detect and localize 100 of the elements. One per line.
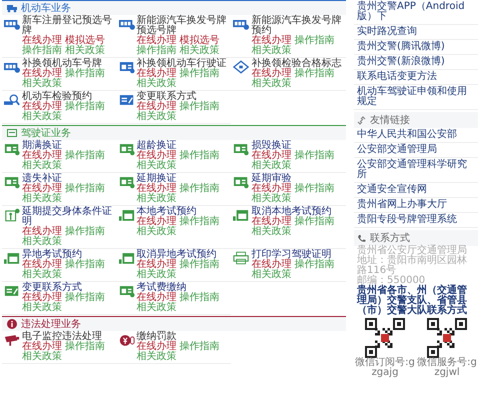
service-link[interactable]: 相关政策	[136, 79, 177, 89]
service-link[interactable]: 操作指南	[65, 102, 105, 112]
service-link[interactable]: 在线办理	[22, 227, 62, 237]
service-link[interactable]: 相关政策	[22, 161, 62, 171]
service-link[interactable]: 相关政策	[136, 303, 177, 313]
service-link[interactable]: 在线办理	[251, 217, 292, 227]
sidebar-link[interactable]: 联系电话变更方法	[354, 70, 478, 85]
service-link[interactable]: 在线办理	[251, 184, 292, 194]
service-title[interactable]: 延期换证	[136, 174, 230, 184]
service-link[interactable]: 在线办理	[136, 184, 177, 194]
service-link[interactable]: 相关政策	[22, 237, 62, 247]
sidebar-link[interactable]: 贵州交警APP（Android版）下	[354, 0, 478, 25]
service-link[interactable]: 相关政策	[251, 46, 292, 56]
service-link[interactable]: 操作指南	[180, 184, 220, 194]
service-link[interactable]: 在线办理	[22, 102, 62, 112]
service-title[interactable]: 考试费缴纳	[136, 283, 230, 293]
service-link[interactable]: 操作指南	[65, 184, 105, 194]
service-link[interactable]: 在线办理	[136, 69, 177, 79]
service-link[interactable]: 相关政策	[22, 303, 62, 313]
sidebar-link[interactable]: 公安部交通管理科学研究所	[354, 158, 478, 183]
service-title[interactable]: 变更联系方式	[22, 283, 115, 293]
service-link[interactable]: 模拟选号	[180, 36, 220, 46]
sidebar-link[interactable]: 贵阳专段号牌管理系统	[354, 213, 478, 228]
service-link[interactable]: 相关政策	[251, 161, 292, 171]
service-title[interactable]: 机动车检验预约	[22, 92, 115, 102]
service-title[interactable]: 遗失补证	[22, 174, 115, 184]
service-link[interactable]: 在线办理	[22, 260, 62, 270]
service-link[interactable]: 在线办理	[251, 151, 292, 161]
sidebar-link[interactable]: 贵州交警(新浪微博)	[354, 55, 478, 70]
service-link[interactable]: 相关政策	[22, 352, 62, 362]
sidebar-link[interactable]: 交通安全宣传网	[354, 183, 478, 198]
service-title[interactable]: 补换领检验合格标志	[251, 59, 344, 69]
service-link[interactable]: 在线办理	[251, 36, 292, 46]
service-link[interactable]: 操作指南	[294, 36, 334, 46]
sidebar-link[interactable]: 贵州交警(腾讯微博)	[354, 40, 478, 55]
service-title[interactable]: 新车注册登记预选号牌	[22, 16, 115, 36]
service-link[interactable]: 相关政策	[251, 227, 292, 237]
sidebar-link[interactable]: 实时路况查询	[354, 25, 478, 40]
service-link[interactable]: 在线办理	[251, 260, 292, 270]
service-link[interactable]: 相关政策	[22, 270, 62, 280]
service-link[interactable]: 操作指南	[65, 342, 105, 352]
service-title[interactable]: 期满换证	[22, 141, 115, 151]
service-link[interactable]: 相关政策	[136, 161, 177, 171]
service-link[interactable]: 操作指南	[294, 69, 334, 79]
sidebar-link[interactable]: 机动车驾驶证申领和使用规定	[354, 85, 478, 110]
service-link[interactable]: 在线办理	[136, 342, 177, 352]
service-link[interactable]: 相关政策	[65, 46, 105, 56]
service-title[interactable]: 新能源汽车换发号牌预约	[251, 16, 344, 36]
service-link[interactable]: 操作指南	[65, 260, 105, 270]
sidebar-link[interactable]: 公安部交通管理局	[354, 143, 478, 158]
contact-link[interactable]: 贵州省各市、州（交通管理局）交警支队、省管县（市）交警大队联系方式	[354, 286, 478, 316]
service-link[interactable]: 在线办理	[136, 260, 177, 270]
service-link[interactable]: 相关政策	[136, 352, 177, 362]
service-link[interactable]: 操作指南	[180, 102, 220, 112]
service-title[interactable]: 新能源汽车换发号牌预选号牌	[136, 16, 230, 36]
service-link[interactable]: 操作指南	[294, 217, 334, 227]
service-link[interactable]: 操作指南	[180, 151, 220, 161]
service-link[interactable]: 操作指南	[22, 46, 62, 56]
service-link[interactable]: 在线办理	[251, 69, 292, 79]
service-link[interactable]: 相关政策	[251, 270, 292, 280]
service-link[interactable]: 在线办理	[136, 102, 177, 112]
service-link[interactable]: 操作指南	[65, 227, 105, 237]
service-link[interactable]: 操作指南	[65, 69, 105, 79]
service-link[interactable]: 在线办理	[22, 151, 62, 161]
service-title[interactable]: 电子监控违法处理	[22, 332, 115, 342]
service-title[interactable]: 补换领机动车号牌	[22, 59, 115, 69]
service-link[interactable]: 在线办理	[22, 342, 62, 352]
service-link[interactable]: 操作指南	[65, 151, 105, 161]
service-title[interactable]: 打印学习驾驶证明	[251, 250, 344, 260]
service-link[interactable]: 相关政策	[251, 194, 292, 204]
service-title[interactable]: 补换领机动车行驶证	[136, 59, 230, 69]
service-title[interactable]: 超龄换证	[136, 141, 230, 151]
service-link[interactable]: 相关政策	[136, 194, 177, 204]
service-link[interactable]: 在线办理	[136, 36, 177, 46]
service-title[interactable]: 取消异地考试预约	[136, 250, 230, 260]
service-title[interactable]: 本地考试预约	[136, 207, 230, 217]
service-link[interactable]: 操作指南	[294, 260, 334, 270]
service-link[interactable]: 相关政策	[22, 112, 62, 122]
service-title[interactable]: 取消本地考试预约	[251, 207, 344, 217]
service-link[interactable]: 操作指南	[180, 260, 220, 270]
service-link[interactable]: 相关政策	[22, 194, 62, 204]
service-link[interactable]: 操作指南	[180, 342, 220, 352]
service-link[interactable]: 操作指南	[180, 293, 220, 303]
service-link[interactable]: 操作指南	[180, 69, 220, 79]
service-link[interactable]: 相关政策	[251, 79, 292, 89]
service-link[interactable]: 操作指南	[294, 184, 334, 194]
service-link[interactable]: 操作指南	[294, 151, 334, 161]
service-link[interactable]: 操作指南	[180, 217, 220, 227]
service-link[interactable]: 相关政策	[136, 112, 177, 122]
service-link[interactable]: 操作指南	[65, 293, 105, 303]
service-link[interactable]: 相关政策	[22, 79, 62, 89]
service-link[interactable]: 在线办理	[22, 69, 62, 79]
service-link[interactable]: 相关政策	[136, 227, 177, 237]
service-title[interactable]: 异地考试预约	[22, 250, 115, 260]
service-title[interactable]: 延期审验	[251, 174, 344, 184]
service-link[interactable]: 在线办理	[22, 293, 62, 303]
service-link[interactable]: 在线办理	[136, 293, 177, 303]
service-link[interactable]: 在线办理	[136, 151, 177, 161]
service-title[interactable]: 延期提交身体条件证明	[22, 207, 115, 227]
sidebar-link[interactable]: 贵州省网上办事大厅	[354, 198, 478, 213]
